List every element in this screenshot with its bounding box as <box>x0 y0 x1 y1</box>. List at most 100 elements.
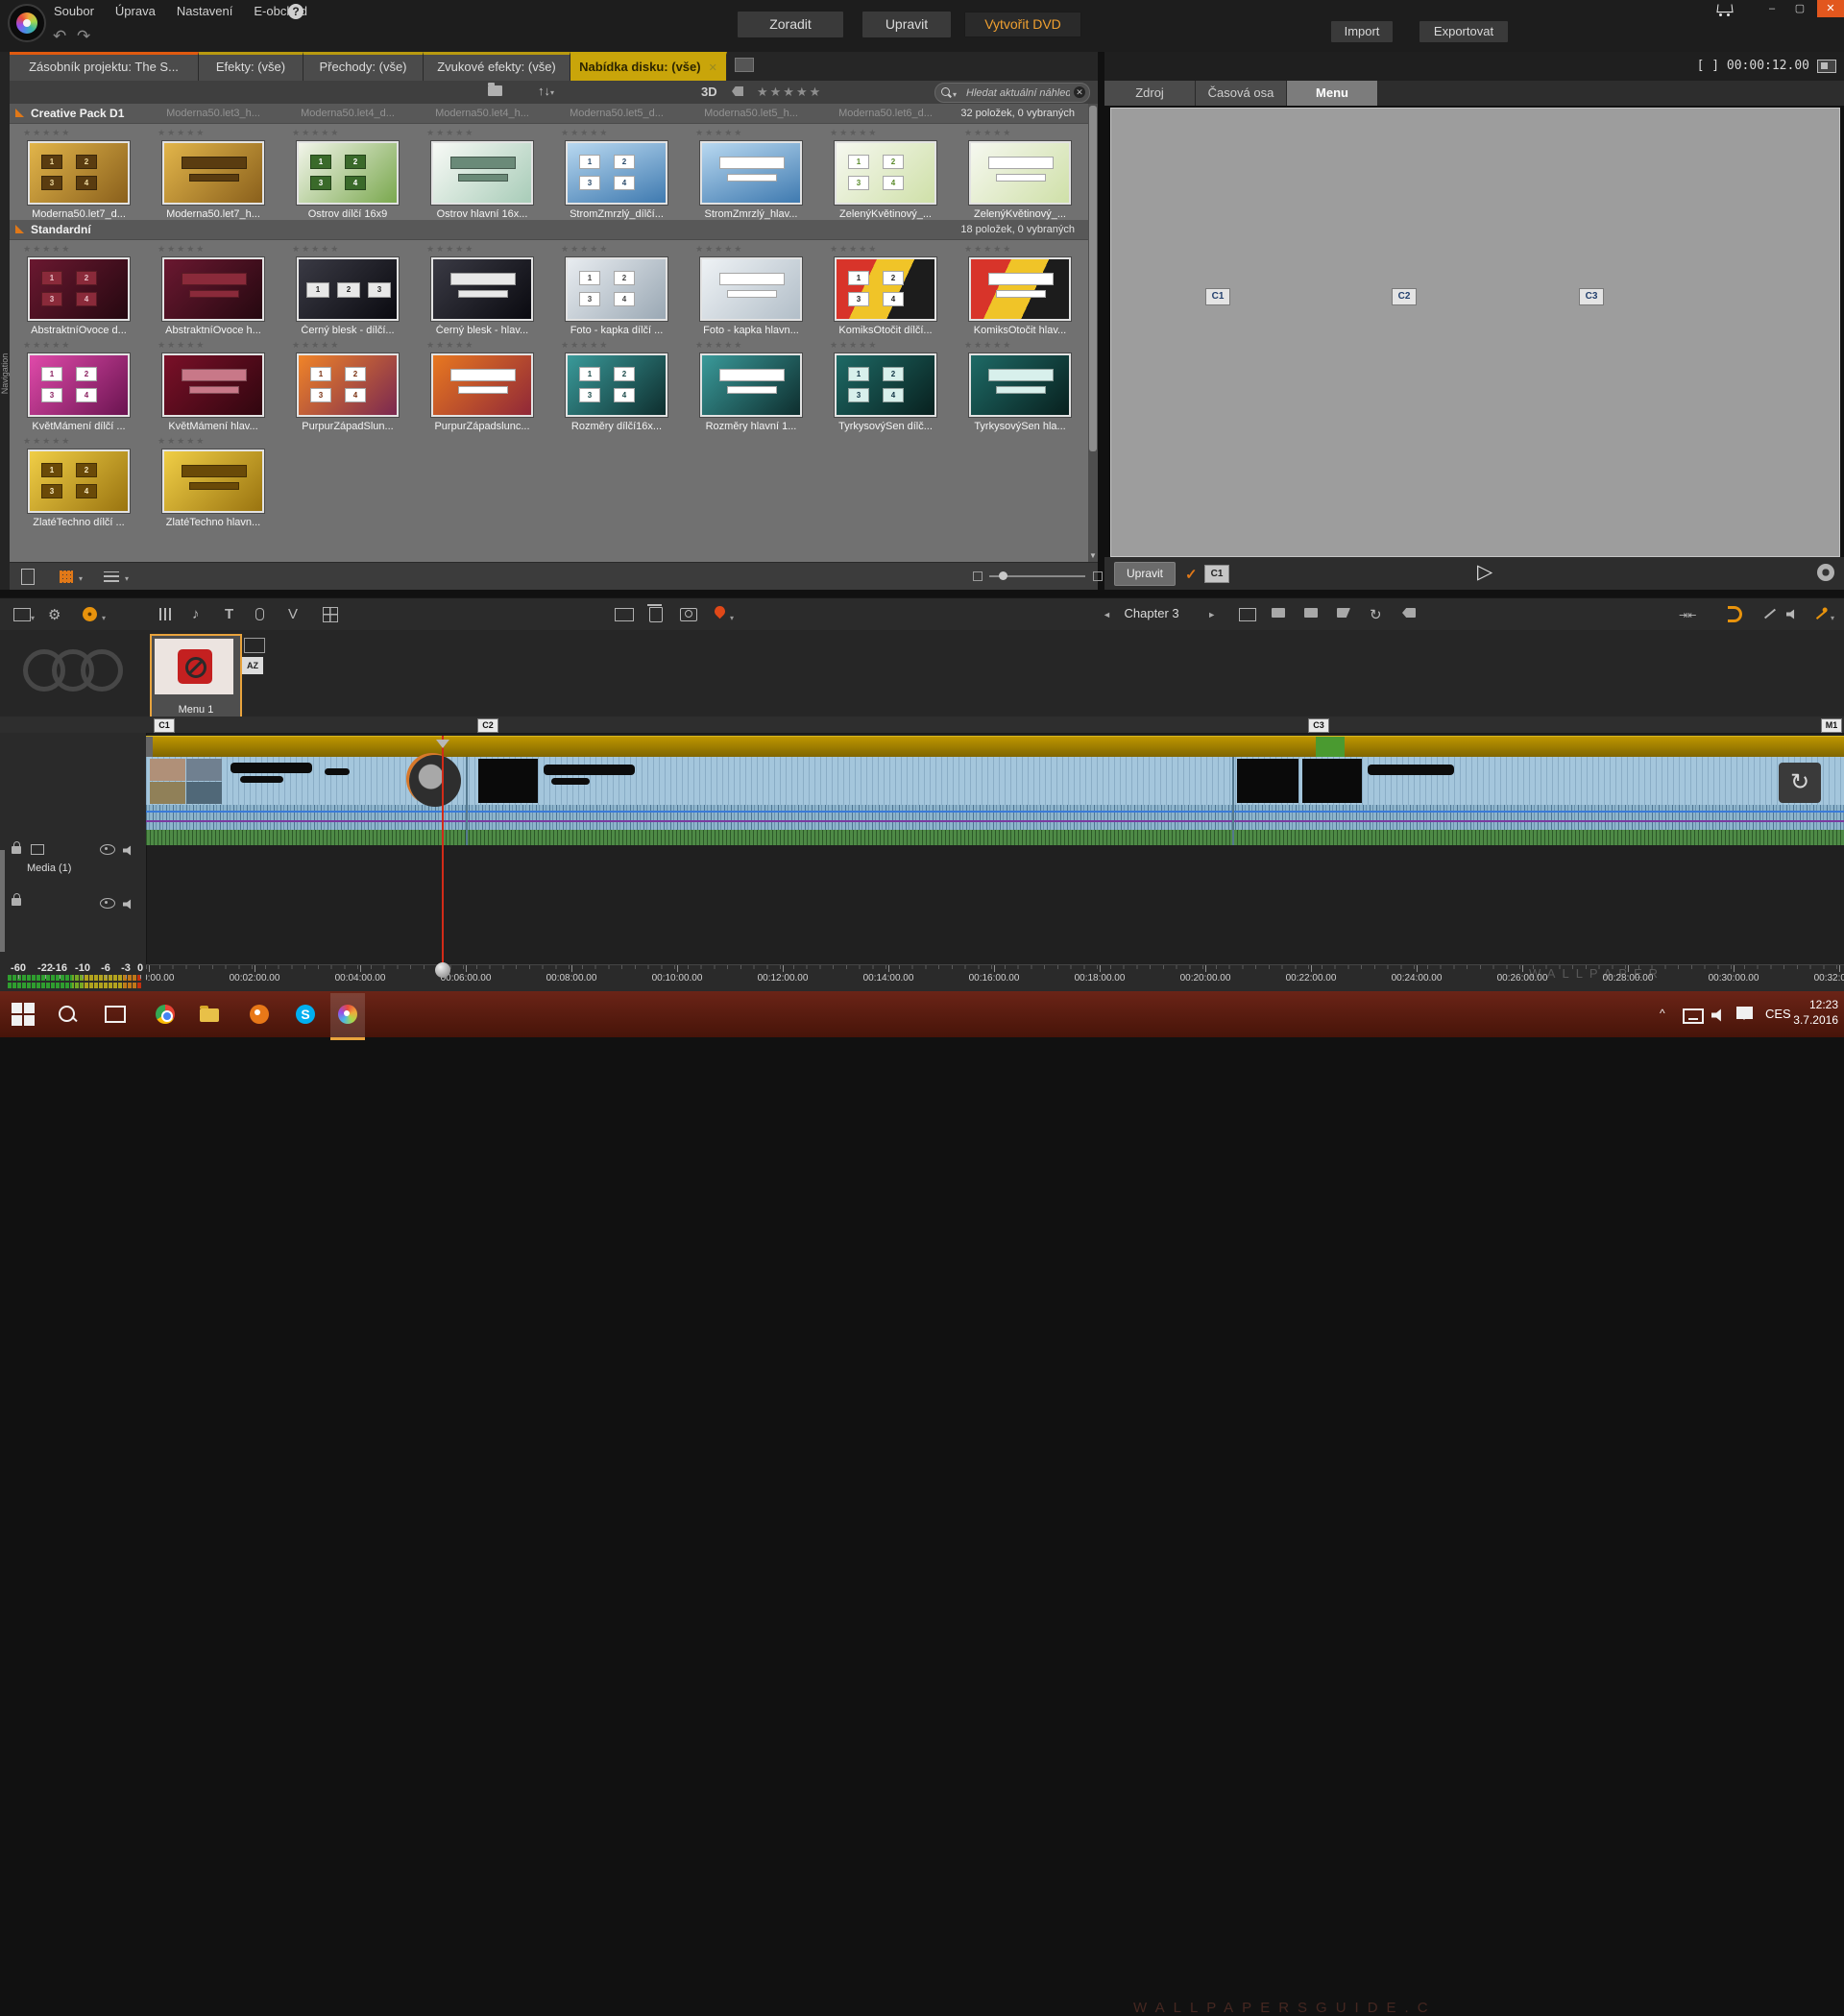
chapter-marker-row[interactable]: C1C2C3M1 <box>0 717 1844 734</box>
item-rating-stars[interactable]: ★★★★★ <box>953 340 1087 352</box>
library-item[interactable]: ★★★★★StromZmrzlý_hlav... <box>684 124 818 220</box>
item-rating-stars[interactable]: ★★★★★ <box>818 244 953 255</box>
close-button[interactable]: ✕ <box>1817 0 1844 17</box>
network-icon[interactable] <box>1683 1003 1706 1026</box>
library-item[interactable]: ★★★★★1234ZlatéTechno dílčí ... <box>12 432 146 528</box>
chapter-next-icon[interactable]: ► <box>1207 610 1216 619</box>
group-expand-icon[interactable] <box>15 109 24 117</box>
tag-icon[interactable] <box>732 86 743 96</box>
smart-tool-dropdown-icon[interactable]: ▾ <box>1831 614 1834 622</box>
library-item[interactable]: ★★★★★Rozměry hlavní 1... <box>684 336 818 432</box>
item-thumbnail[interactable]: 1234 <box>835 353 936 417</box>
item-thumbnail[interactable]: 1234 <box>835 141 936 205</box>
library-item[interactable]: ★★★★★1234Foto - kapka dílčí ... <box>549 240 684 336</box>
item-thumbnail[interactable]: 1234 <box>297 353 399 417</box>
magnet-snap-icon[interactable] <box>1728 606 1742 622</box>
item-rating-stars[interactable]: ★★★★★ <box>415 340 549 352</box>
item-thumbnail[interactable] <box>969 141 1071 205</box>
lock-icon[interactable] <box>12 898 21 906</box>
item-thumbnail[interactable] <box>162 257 264 321</box>
maximize-button[interactable]: ▢ <box>1787 0 1812 17</box>
library-item[interactable]: ★★★★★KvětMámení hlav... <box>146 336 280 432</box>
menu-clip-selected[interactable]: Menu 1 <box>150 634 242 718</box>
library-item[interactable]: ★★★★★1234AbstraktníOvoce d... <box>12 240 146 336</box>
preview-tab-3[interactable]: Menu <box>1287 81 1378 106</box>
library-item[interactable]: ★★★★★1234PurpurZápadSlun... <box>280 336 415 432</box>
montage-grid-icon[interactable] <box>323 607 338 622</box>
taskbar-search-icon[interactable] <box>56 1003 79 1026</box>
preview-tab-1[interactable]: Zdroj <box>1104 81 1196 106</box>
item-rating-stars[interactable]: ★★★★★ <box>684 244 818 255</box>
preview-chapter-chip-c3[interactable]: C3 <box>1579 288 1604 305</box>
clear-search-icon[interactable]: ✕ <box>1074 86 1085 98</box>
item-thumbnail[interactable]: 1234 <box>297 141 399 205</box>
search-dropdown-icon[interactable]: ▾ <box>953 90 957 99</box>
smart-tool-icon[interactable] <box>1816 610 1827 619</box>
play-button[interactable]: ▷ <box>1477 560 1492 584</box>
item-thumbnail[interactable]: 1234 <box>566 141 667 205</box>
library-scrollbar[interactable]: ▼ <box>1088 104 1098 562</box>
undock-panel-icon[interactable] <box>735 58 754 72</box>
library-item[interactable]: ★★★★★Moderna50.let7_h... <box>146 124 280 220</box>
sort-az-icon[interactable]: AZ <box>242 657 263 674</box>
navigation-strip[interactable]: Navigation <box>0 52 10 590</box>
mode-button-upravit[interactable]: Upravit <box>862 12 951 37</box>
zoom-out-icon[interactable] <box>973 571 983 581</box>
library-item[interactable]: ★★★★★Foto - kapka hlavn... <box>684 240 818 336</box>
chapter-prev-icon[interactable]: ◄ <box>1103 610 1111 619</box>
item-rating-stars[interactable]: ★★★★★ <box>549 244 684 255</box>
library-tab-2[interactable]: Efekty: (vše) <box>199 52 303 81</box>
music-note-icon[interactable]: ♪ <box>192 606 200 622</box>
menu-edit-icon[interactable] <box>244 638 265 653</box>
timeline-marker-c3[interactable]: C3 <box>1308 718 1329 733</box>
pan-line[interactable] <box>146 820 1844 822</box>
sort-icon[interactable]: ↑↓▾ <box>538 84 554 98</box>
media-track[interactable]: ↻ <box>146 757 1844 845</box>
pinnacle-studio-icon[interactable] <box>336 1003 359 1026</box>
item-thumbnail[interactable] <box>969 353 1071 417</box>
item-rating-stars[interactable]: ★★★★★ <box>549 340 684 352</box>
group-expand-icon[interactable] <box>15 225 24 233</box>
preview-tab-2[interactable]: Časová osa <box>1196 81 1287 106</box>
item-thumbnail[interactable] <box>162 353 264 417</box>
dual-display-icon[interactable] <box>1817 60 1836 73</box>
playhead-line[interactable] <box>442 736 444 966</box>
menubar-item-2[interactable]: Úprava <box>115 4 156 18</box>
chapter-select-chip[interactable]: C1 <box>1204 565 1229 583</box>
edit-menu-button[interactable]: Upravit <box>1114 562 1176 586</box>
item-rating-stars[interactable]: ★★★★★ <box>146 340 280 352</box>
item-thumbnail[interactable] <box>431 257 533 321</box>
item-thumbnail[interactable]: 1234 <box>566 257 667 321</box>
item-thumbnail[interactable] <box>700 353 802 417</box>
lock-icon[interactable] <box>12 846 21 854</box>
frame-icon[interactable] <box>1239 608 1256 621</box>
chrome-icon[interactable] <box>154 1003 177 1026</box>
menubar-item-1[interactable]: Soubor <box>54 4 94 18</box>
library-item[interactable]: ★★★★★1234Ostrov dílčí 16x9 <box>280 124 415 220</box>
checkbox-icon[interactable]: ✓ <box>1185 566 1198 583</box>
microphone-icon[interactable] <box>255 608 264 620</box>
timeline-marker-c2[interactable]: C2 <box>477 718 498 733</box>
close-tab-icon[interactable]: ✕ <box>709 62 717 74</box>
minimize-button[interactable]: – <box>1759 0 1784 17</box>
notification-icon[interactable] <box>1736 1003 1759 1026</box>
audio-mixer-icon[interactable] <box>159 608 173 620</box>
skype-icon[interactable]: S <box>294 1003 317 1026</box>
file-explorer-icon[interactable] <box>200 1003 223 1026</box>
redo-button[interactable]: ↷ <box>77 27 90 46</box>
item-rating-stars[interactable]: ★★★★★ <box>12 128 146 139</box>
star-rating-filter[interactable]: ★★★★★ <box>757 85 822 100</box>
item-thumbnail[interactable]: 123 <box>297 257 399 321</box>
tray-chevron-icon[interactable]: ^ <box>1660 1007 1683 1030</box>
filmstrip-icon[interactable] <box>615 608 634 621</box>
clock[interactable]: 12:23 3.7.2016 <box>1788 997 1838 1028</box>
search-input[interactable] <box>964 85 1072 101</box>
item-rating-stars[interactable]: ★★★★★ <box>146 128 280 139</box>
flag-marker-icon[interactable] <box>1272 608 1285 618</box>
orange-app-icon[interactable] <box>248 1003 271 1026</box>
export-button[interactable]: Exportovat <box>1419 21 1508 42</box>
volume-line[interactable] <box>146 811 1844 813</box>
filter-3d-label[interactable]: 3D <box>701 85 717 99</box>
marker-pin-icon[interactable] <box>713 604 728 619</box>
item-rating-stars[interactable]: ★★★★★ <box>415 244 549 255</box>
